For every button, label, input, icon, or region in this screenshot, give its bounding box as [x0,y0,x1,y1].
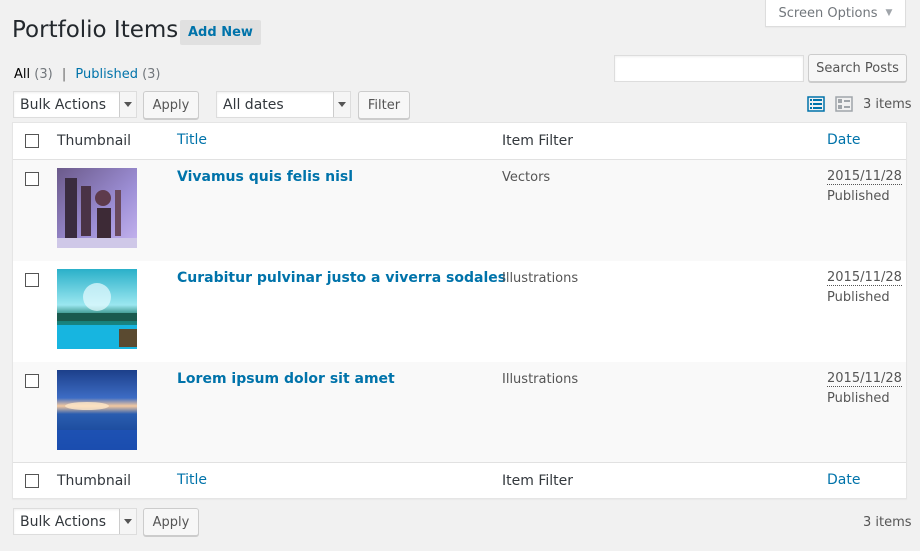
view-separator: | [61,67,67,82]
page-title: Portfolio Items [12,17,179,43]
lake-thumbnail[interactable] [57,269,137,349]
row-title-link[interactable]: Curabitur pulvinar justo a viverra sodal… [177,270,506,286]
row-date: 2015/11/28 Published [827,167,902,207]
row-date-value: 2015/11/28 [827,371,902,387]
items-count-top: 3 items [863,97,912,112]
row-status: Published [827,189,890,204]
table-row: Lorem ipsum dolor sit amet Illustrations… [13,362,906,463]
machinery-thumbnail[interactable] [57,168,137,248]
table-row: Vivamus quis felis nisl Vectors 2015/11/… [13,160,906,261]
search-posts-button[interactable]: Search Posts [808,54,907,82]
row-item-filter: Illustrations [502,372,579,387]
chevron-down-icon [119,509,136,534]
view-all-count: (3) [34,67,53,82]
view-published-count: (3) [142,67,161,82]
row-checkbox[interactable] [25,273,39,287]
chevron-down-icon [119,92,136,117]
bulk-actions-select-bottom[interactable]: Bulk Actions [13,508,137,535]
apply-button-top[interactable]: Apply [143,91,199,119]
apply-button-bottom[interactable]: Apply [143,508,199,536]
row-date-value: 2015/11/28 [827,169,902,185]
table-row: Curabitur pulvinar justo a viverra sodal… [13,261,906,362]
view-published-link[interactable]: Published [75,67,138,82]
date-filter-value: All dates [223,96,284,113]
date-filter-select[interactable]: All dates [216,91,351,118]
row-title-link[interactable]: Vivamus quis felis nisl [177,169,353,185]
row-item-filter: Vectors [502,170,551,185]
add-new-button[interactable]: Add New [180,20,261,45]
select-all-checkbox-footer[interactable] [25,474,39,488]
row-checkbox[interactable] [25,374,39,388]
column-item-filter-header: Item Filter [502,133,573,149]
column-date-footer[interactable]: Date [827,472,860,488]
filter-button[interactable]: Filter [358,91,410,119]
column-title-footer[interactable]: Title [177,472,207,488]
table-footer-row: Thumbnail Title Item Filter Date [13,462,906,499]
view-all-link[interactable]: All [14,67,30,82]
column-thumbnail-header: Thumbnail [57,133,132,149]
post-status-views: All (3) | Published (3) [14,67,161,82]
caret-down-icon: ▼ [885,8,893,18]
screen-options-label: Screen Options [778,5,878,21]
list-view-icon[interactable] [807,95,825,113]
posts-table: Thumbnail Title Item Filter Date Vivamus… [12,122,907,499]
search-input[interactable] [614,55,804,82]
row-date-value: 2015/11/28 [827,270,902,286]
screen-options-button[interactable]: Screen Options ▼ [765,0,906,27]
bulk-actions-value: Bulk Actions [20,513,107,530]
bulk-actions-value: Bulk Actions [20,96,107,113]
row-title-link[interactable]: Lorem ipsum dolor sit amet [177,371,395,387]
row-status: Published [827,290,890,305]
row-item-filter: Illustrations [502,271,579,286]
bulk-actions-select-top[interactable]: Bulk Actions [13,91,137,118]
row-status: Published [827,391,890,406]
ocean-sunset-thumbnail[interactable] [57,370,137,450]
table-header-row: Thumbnail Title Item Filter Date [13,123,906,160]
column-title-header[interactable]: Title [177,132,207,148]
excerpt-view-icon[interactable] [835,95,853,113]
row-checkbox[interactable] [25,172,39,186]
select-all-checkbox[interactable] [25,134,39,148]
row-date: 2015/11/28 Published [827,369,902,409]
items-count-bottom: 3 items [863,515,912,530]
column-item-filter-footer: Item Filter [502,473,573,489]
chevron-down-icon [333,92,350,117]
column-date-header[interactable]: Date [827,132,860,148]
column-thumbnail-footer: Thumbnail [57,473,132,489]
row-date: 2015/11/28 Published [827,268,902,308]
